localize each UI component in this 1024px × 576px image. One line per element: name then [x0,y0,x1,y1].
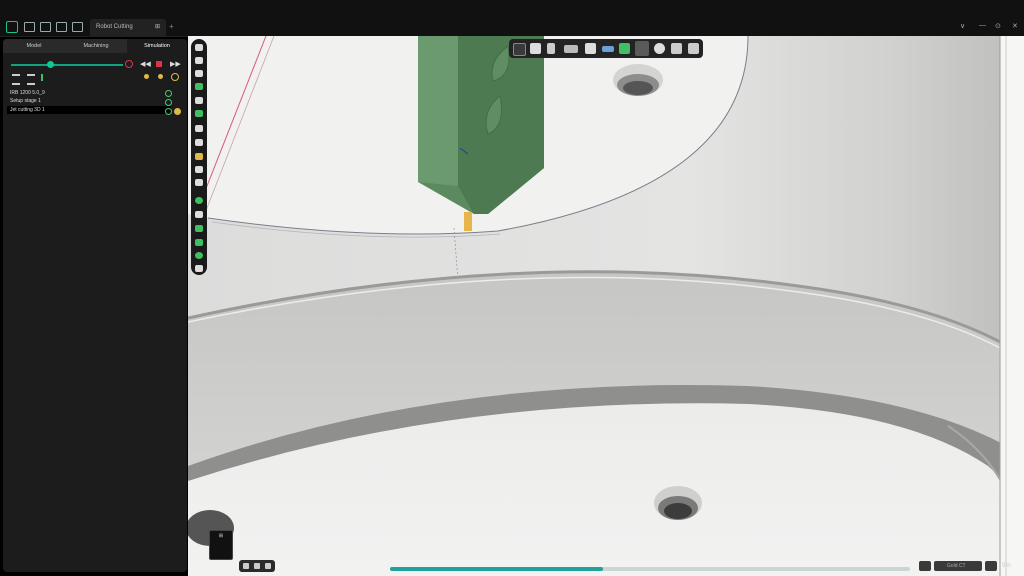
tree-item-robot[interactable]: IRB 1200 5.0_9 [10,89,45,97]
globe-icon[interactable] [195,252,203,259]
forward-icon[interactable]: ▶▶ [170,61,181,69]
status-label: Gold CT [947,563,966,569]
iso-icon[interactable] [254,563,260,569]
minimize-button[interactable]: — [979,22,986,29]
status-swatch[interactable] [919,561,931,571]
tab-machining[interactable]: Machining [65,39,127,53]
new-file-icon[interactable] [40,22,51,32]
playback-progress[interactable] [390,567,910,571]
list-icon[interactable] [671,43,682,54]
scene-render [188,36,1024,576]
chat-icon[interactable] [195,265,203,272]
expand-icon[interactable] [688,43,699,54]
add-tab-button[interactable]: + [169,22,174,31]
box-icon[interactable] [195,97,203,104]
group-icon[interactable] [195,179,203,186]
vector-icon[interactable] [602,46,614,52]
marker-icon[interactable] [144,74,149,79]
pointer-icon[interactable] [195,44,203,51]
playback-progress-fill [390,567,604,571]
workpiece-icon[interactable] [195,83,203,90]
vertical-toolbar [191,39,207,275]
open-folder-icon[interactable] [56,22,67,32]
book-icon[interactable] [195,239,203,246]
tree-view-icon[interactable] [27,74,35,85]
frame-icon[interactable] [195,166,203,173]
simulation-slider[interactable] [11,64,123,66]
perspective-icon[interactable] [265,563,271,569]
layer-icon[interactable] [619,43,630,54]
menu-icon[interactable] [24,22,35,32]
tree-item-jet-cutting[interactable]: Jet cutting 3D 1 [7,106,171,114]
tree-label: Setup stage 1 [10,98,41,104]
text-icon[interactable] [195,139,203,146]
status-dot-icon [174,108,181,115]
rewind-icon[interactable]: ◀◀ [140,61,151,69]
surface-icon[interactable] [195,225,203,232]
restore-button[interactable]: ⊙ [995,22,1001,30]
title-bar: Robot Cutting ⊞ + ∨ — ⊙ ✕ [0,0,1024,37]
marker-2-icon[interactable] [158,74,163,79]
3d-viewport[interactable] [188,36,1024,576]
visibility-icon[interactable] [165,90,172,97]
stop-icon[interactable] [156,61,162,67]
tool-icon[interactable] [547,43,555,54]
stack-icon[interactable] [195,110,203,117]
view-toolbar [509,39,703,58]
save-icon[interactable] [72,22,83,32]
tree-label: IRB 1200 5.0_9 [10,90,45,96]
zoom-label: 9% [1002,563,1011,569]
point-icon[interactable] [195,197,203,204]
gripper-icon[interactable] [195,153,203,160]
curve-icon[interactable] [195,211,203,218]
app-logo-icon [6,21,18,33]
tab-menu-icon[interactable]: ⊞ [155,19,160,36]
tab-title: Robot Cutting [96,24,133,30]
fit-icon[interactable] [243,563,249,569]
pin-icon[interactable] [195,125,203,132]
select-icon[interactable] [513,43,526,56]
warning-icon[interactable] [171,73,179,81]
tab-simulation[interactable]: Simulation [127,39,187,53]
list-view-icon[interactable] [12,74,20,85]
rotate-icon[interactable] [985,561,997,571]
tree-item-setup[interactable]: Setup stage 1 [10,97,41,105]
settings-icon[interactable] [654,43,665,54]
visibility-icon[interactable] [165,108,172,115]
left-panel: Model Machining Simulation ◀◀ ▶▶ IRB 120… [3,39,187,572]
panel-tabs: Model Machining Simulation [3,39,187,53]
slider-knob[interactable] [47,61,55,68]
nav-cube[interactable]: ⊞ [206,530,234,560]
lock-icon[interactable] [195,57,203,64]
tree-label: Jet cutting 3D 1 [10,107,45,113]
nav-cube-face[interactable]: ⊞ [209,530,233,560]
outline-icon[interactable] [41,74,50,81]
shade-icon[interactable] [635,41,649,56]
tab-model[interactable]: Model [3,39,65,53]
bottom-view-tools [239,560,275,572]
camera-icon[interactable] [530,43,541,54]
tab-robot-cutting[interactable]: Robot Cutting ⊞ [90,19,166,36]
visibility-icon[interactable] [165,99,172,106]
grid-icon[interactable] [585,43,596,54]
dropdown-icon[interactable]: ∨ [960,22,965,30]
close-button[interactable]: ✕ [1012,22,1018,30]
robot-icon[interactable] [195,70,203,77]
record-icon[interactable] [125,60,133,68]
axes-icon[interactable] [564,45,578,53]
